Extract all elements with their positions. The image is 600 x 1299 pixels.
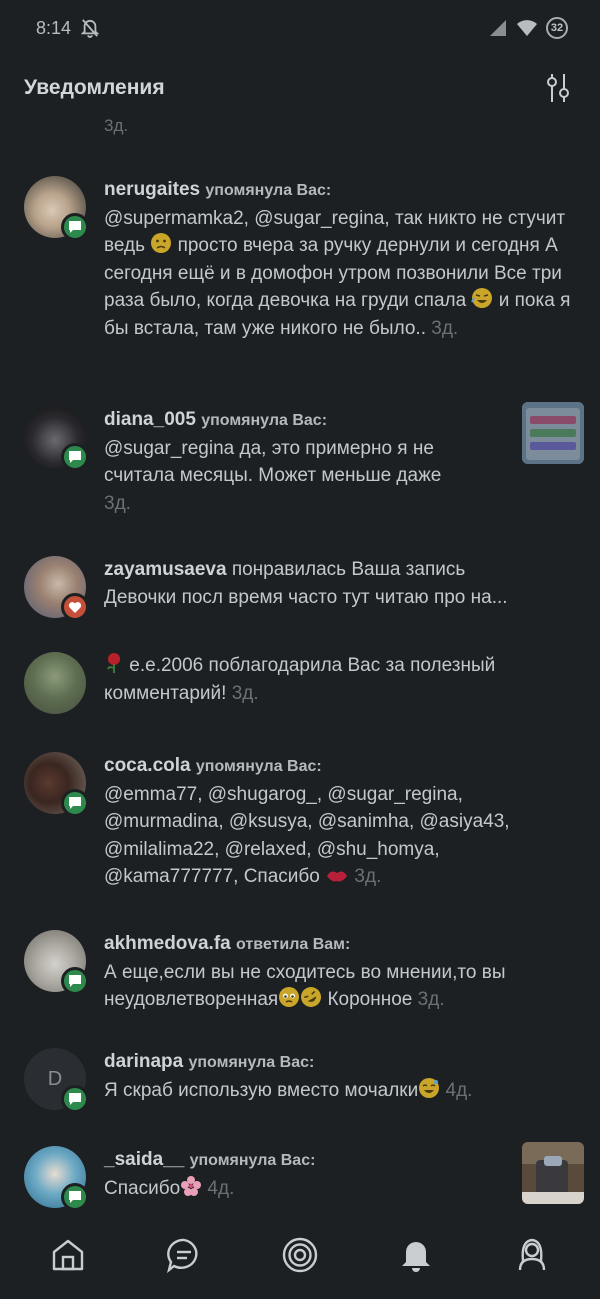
action-text: упомянула Вас: [189,1152,316,1169]
nav-notifications[interactable] [386,1225,446,1285]
profile-icon [518,1238,546,1271]
post-thumbnail[interactable] [522,402,584,464]
muted-bell-icon [81,19,100,38]
notification-item[interactable]: zayamusaeva понравилась Ваша запись Дево… [0,556,600,626]
message-text: Девочки посл время часто тут читаю про н… [104,586,508,608]
message-text: Я скраб использую вместо мочалки [104,1079,419,1101]
notification-text: diana_005 упомянула Вас: @sugar_regina д… [104,406,504,517]
notification-text: _saida__ упомянула Вас: Спасибо 4д. [104,1146,504,1202]
header: Уведомления [0,56,600,120]
status-bar: 8:14 32 [0,0,600,56]
username[interactable]: e.e.2006 [129,655,203,676]
post-thumbnail[interactable] [522,1142,584,1204]
message-text: @sugar_regina да, это примерно я не счит… [104,437,442,487]
time-label: 3д. [417,989,445,1010]
comment-badge [61,213,89,241]
sliders-icon [547,74,569,102]
filter-button[interactable] [538,68,578,108]
comment-badge [61,1183,89,1211]
message-text: Коронное [322,989,418,1010]
comment-badge [61,789,89,817]
thumbnail-image [522,402,584,464]
action-text: упомянула Вас: [195,758,322,775]
notification-item[interactable]: e.e.2006 поблагодарила Вас за полезный к… [0,652,600,722]
bell-icon [402,1242,430,1272]
comment-icon [69,975,81,987]
pleading-face-icon [279,987,300,1007]
time-label: 3д. [231,682,259,704]
like-badge [61,593,89,621]
comment-badge [61,1085,89,1113]
wifi-icon [517,20,537,36]
target-icon [282,1237,318,1273]
notification-text: zayamusaeva понравилась Ваша запись Дево… [104,556,574,611]
notification-text: nerugaites упомянула Вас: @supermamka2, … [104,176,574,342]
comment-icon [69,451,81,463]
battery-indicator: 32 [546,17,568,39]
rofl-face-icon [301,987,322,1007]
laughing-face-icon [471,288,493,308]
time-label: 4д. [207,1177,235,1199]
rose-icon [107,653,120,673]
username[interactable]: darinapa [104,1051,183,1072]
partial-time-label: 3д. [104,116,129,135]
action-text: понравилась Ваша запись [231,559,466,580]
comment-badge [61,443,89,471]
username[interactable]: nerugaites [104,179,200,200]
bottom-navigation [0,1211,600,1299]
action-text: упомянула Вас: [188,1054,315,1071]
cherry-blossom-icon [181,1175,202,1196]
username[interactable]: diana_005 [104,409,196,430]
notification-item[interactable]: nerugaites упомянула Вас: @supermamka2, … [0,176,600,386]
username[interactable]: zayamusaeva [104,559,227,580]
action-text: ответила Вам: [236,936,351,953]
nav-feed[interactable] [270,1225,330,1285]
kiss-lips-icon [327,871,348,882]
notification-item[interactable]: coca.cola упомянула Вас: @emma77, @shuga… [0,752,600,902]
notification-text: akhmedova.fa ответила Вам: А еще,если вы… [104,930,574,1014]
comment-icon [69,1093,81,1105]
heart-icon [68,601,82,613]
username[interactable]: _saida__ [104,1149,184,1170]
message-text: @emma77, @shugarog_, @sugar_regina, @mur… [104,783,510,888]
crying-face-icon [151,233,172,253]
username[interactable]: coca.cola [104,755,191,776]
comment-badge [61,967,89,995]
status-time: 8:14 [36,17,72,38]
chat-icon [166,1238,198,1274]
notification-text: darinapa упомянула Вас: Я скраб использу… [104,1048,574,1104]
notification-item[interactable]: diana_005 упомянула Вас: @sugar_regina д… [0,402,600,526]
notification-text: coca.cola упомянула Вас: @emma77, @shuga… [104,752,574,891]
time-label: 4д. [445,1079,473,1101]
comment-icon [69,1191,81,1203]
notification-item[interactable]: D darinapa упомянула Вас: Я скраб исполь… [0,1048,600,1118]
sweat-smile-icon [419,1077,440,1098]
nav-messages[interactable] [154,1225,214,1285]
notification-text: e.e.2006 поблагодарила Вас за полезный к… [104,652,574,707]
comment-icon [69,221,81,233]
signal-icon [490,20,506,36]
nav-home[interactable] [38,1225,98,1285]
page-title: Уведомления [24,76,165,99]
home-icon [52,1239,84,1271]
username[interactable]: akhmedova.fa [104,933,231,954]
action-text: упомянула Вас: [205,182,332,199]
thumbnail-image [522,1142,584,1204]
notification-item[interactable]: _saida__ упомянула Вас: Спасибо 4д. [0,1142,600,1216]
time-label: 3д. [431,317,459,339]
action-text: упомянула Вас: [201,412,328,429]
nav-profile[interactable] [502,1225,562,1285]
notification-item[interactable]: akhmedova.fa ответила Вам: А еще,если вы… [0,930,600,1020]
message-text: Спасибо [104,1177,181,1199]
avatar[interactable] [24,652,86,714]
comment-icon [69,797,81,809]
time-label: 3д. [354,866,382,887]
time-label: 3д. [104,492,131,514]
